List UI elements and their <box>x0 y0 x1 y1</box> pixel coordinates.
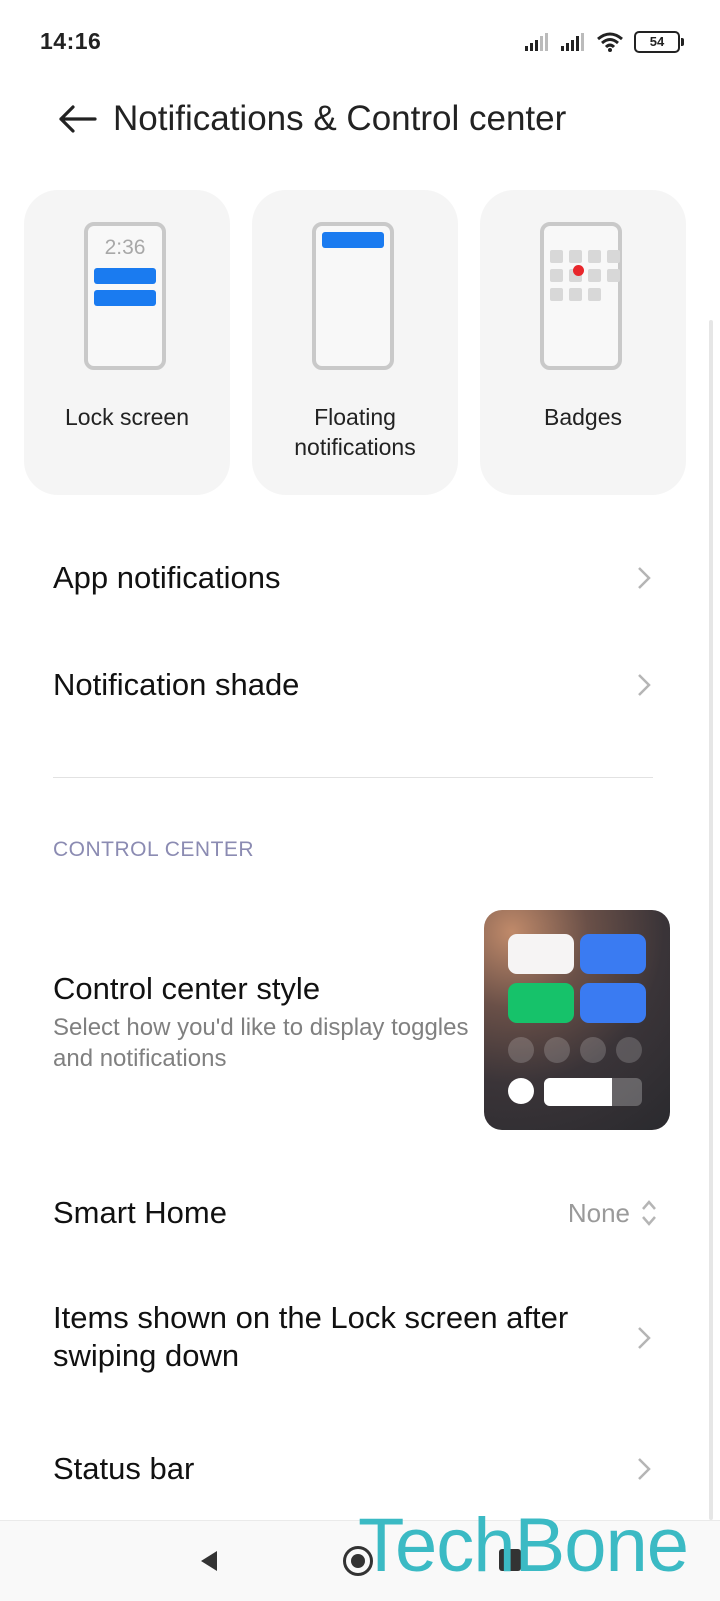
lock-screen-illustration: 2:36 <box>84 222 166 370</box>
floating-notifications-illustration <box>312 222 394 370</box>
wifi-icon <box>597 32 623 52</box>
up-down-arrow-icon <box>642 1200 656 1226</box>
lock-screen-card[interactable]: 2:36 Lock screen <box>24 190 230 495</box>
watermark: TechBone <box>358 1503 689 1588</box>
notification-shade-row[interactable]: Notification shade <box>53 666 658 714</box>
page-title: Notifications & Control center <box>113 99 567 138</box>
chevron-right-icon <box>638 1458 651 1480</box>
signal-icon <box>561 33 584 51</box>
control-center-preview[interactable] <box>484 910 670 1130</box>
battery-icon: 54 <box>634 31 684 53</box>
row-title: Control center style <box>53 971 321 1006</box>
status-bar-row[interactable]: Status bar <box>53 1450 658 1494</box>
divider <box>53 777 653 778</box>
back-button[interactable] <box>52 94 102 144</box>
floating-notifications-card[interactable]: Floating notifications <box>252 190 458 495</box>
badges-card[interactable]: Badges <box>480 190 686 495</box>
scrollbar[interactable] <box>709 320 713 1520</box>
smart-home-value: None <box>568 1194 658 1232</box>
status-icons: 54 <box>524 28 684 56</box>
badges-illustration <box>540 222 622 370</box>
chevron-right-icon <box>638 567 651 589</box>
header: Notifications & Control center <box>0 84 720 184</box>
row-title: App notifications <box>53 560 281 595</box>
chevron-right-icon <box>638 1327 651 1349</box>
card-label: Badges <box>543 404 622 430</box>
badge-dot <box>573 265 584 276</box>
nav-back-icon[interactable] <box>196 1548 222 1574</box>
row-title: Items shown on the Lock screen after swi… <box>53 1300 569 1373</box>
row-subtitle: Select how you'd like to display toggles… <box>53 1014 469 1072</box>
signal-icon <box>525 33 548 51</box>
arrow-left-icon <box>59 105 97 133</box>
card-label: Lock screen <box>64 404 189 430</box>
smart-home-row[interactable]: Smart Home None <box>53 1194 658 1234</box>
row-title: Notification shade <box>53 667 300 702</box>
control-center-style-row[interactable]: Control center style Select how you'd li… <box>53 970 473 1080</box>
row-title: Status bar <box>53 1451 195 1486</box>
lock-screen-items-row[interactable]: Items shown on the Lock screen after swi… <box>53 1299 658 1379</box>
status-bar: 14:16 54 <box>0 0 720 84</box>
chevron-right-icon <box>638 674 651 696</box>
clock-text: 2:36 <box>104 236 146 259</box>
section-label: CONTROL CENTER <box>53 838 255 861</box>
card-label: Floating notifications <box>294 404 416 460</box>
app-notifications-row[interactable]: App notifications <box>53 559 658 607</box>
status-time: 14:16 <box>40 28 102 54</box>
